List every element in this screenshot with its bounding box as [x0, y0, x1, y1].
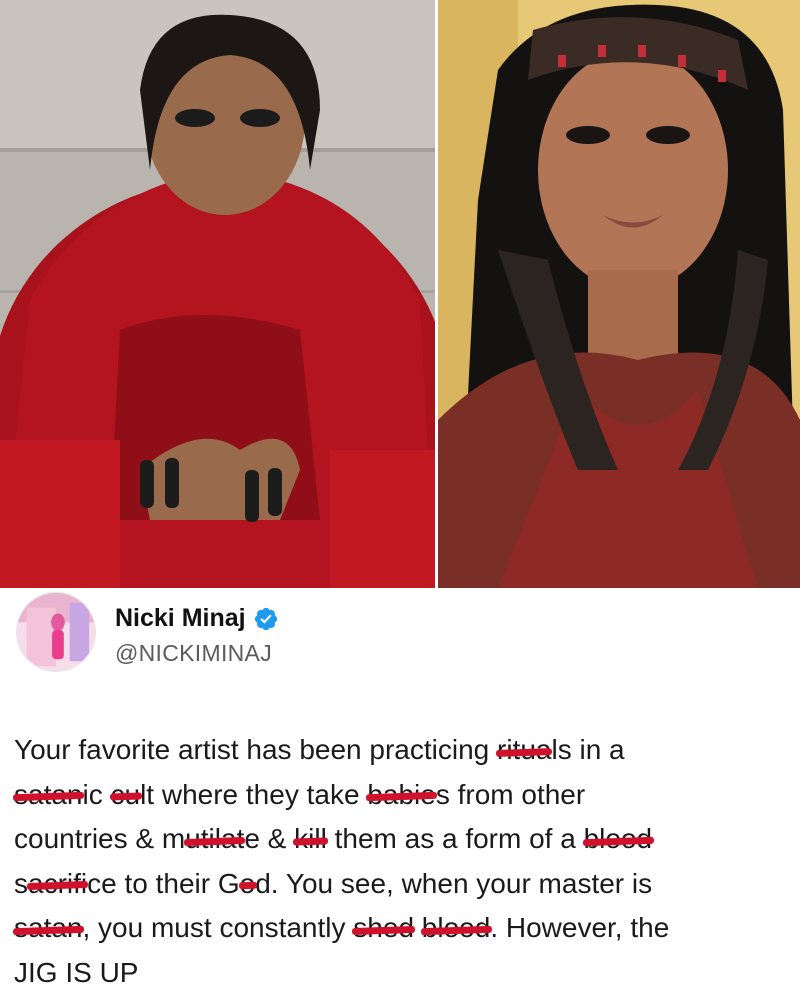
text-segment: countries & m — [14, 823, 185, 854]
redacted-word: cu — [111, 779, 141, 810]
redacted-word: blood — [584, 823, 653, 854]
handle[interactable]: @NICKIMINAJ — [115, 640, 272, 667]
text-segment: s from other — [436, 779, 585, 810]
text-segment: lt where they take — [140, 779, 367, 810]
redacted-word: blood — [422, 912, 491, 943]
tweet-line: satanic cult where they take babies from… — [14, 773, 794, 818]
text-segment: s — [14, 868, 28, 899]
verified-badge-icon — [253, 606, 279, 632]
tweet-line: countries & mutilate & kill them as a fo… — [14, 817, 794, 862]
redacted-word: shed — [353, 912, 414, 943]
tweet-line: sacrifice to their God. You see, when yo… — [14, 862, 794, 907]
right-photo — [438, 0, 800, 588]
text-segment: . However, the — [490, 912, 669, 943]
text-segment: e & — [244, 823, 294, 854]
text-segment: Your favorite artist has been practicing — [14, 734, 497, 765]
author-row: Nicki Minaj — [115, 604, 279, 633]
text-segment: ce to their G — [87, 868, 240, 899]
tweet-line: satan, you must constantly shed blood. H… — [14, 906, 794, 951]
redacted-word: o — [240, 868, 256, 899]
tweet-line: Your favorite artist has been practicing… — [14, 728, 794, 773]
redacted-word: utilat — [185, 823, 244, 854]
text-segment — [414, 912, 422, 943]
tweet-card: Nicki Minaj @NICKIMINAJ Your favorite ar… — [0, 588, 800, 983]
redacted-word: acrifi — [28, 868, 87, 899]
redacted-word: ritua — [497, 734, 551, 765]
text-segment: d. You see, when your master is — [255, 868, 652, 899]
left-photo — [0, 0, 435, 588]
text-segment: ic — [83, 779, 111, 810]
text-segment: ls in a — [551, 734, 624, 765]
redacted-word: babie — [367, 779, 436, 810]
redacted-word: kill — [294, 823, 327, 854]
redacted-word: satan — [14, 779, 83, 810]
tweet-line: JIG IS UP — [14, 951, 794, 995]
text-segment: them as a form of a — [327, 823, 584, 854]
photo-collage — [0, 0, 800, 588]
avatar[interactable] — [16, 592, 96, 672]
tweet-text: Your favorite artist has been practicing… — [14, 728, 794, 995]
redacted-word: satan — [14, 912, 83, 943]
display-name[interactable]: Nicki Minaj — [115, 604, 246, 633]
text-segment: , you must constantly — [83, 912, 354, 943]
